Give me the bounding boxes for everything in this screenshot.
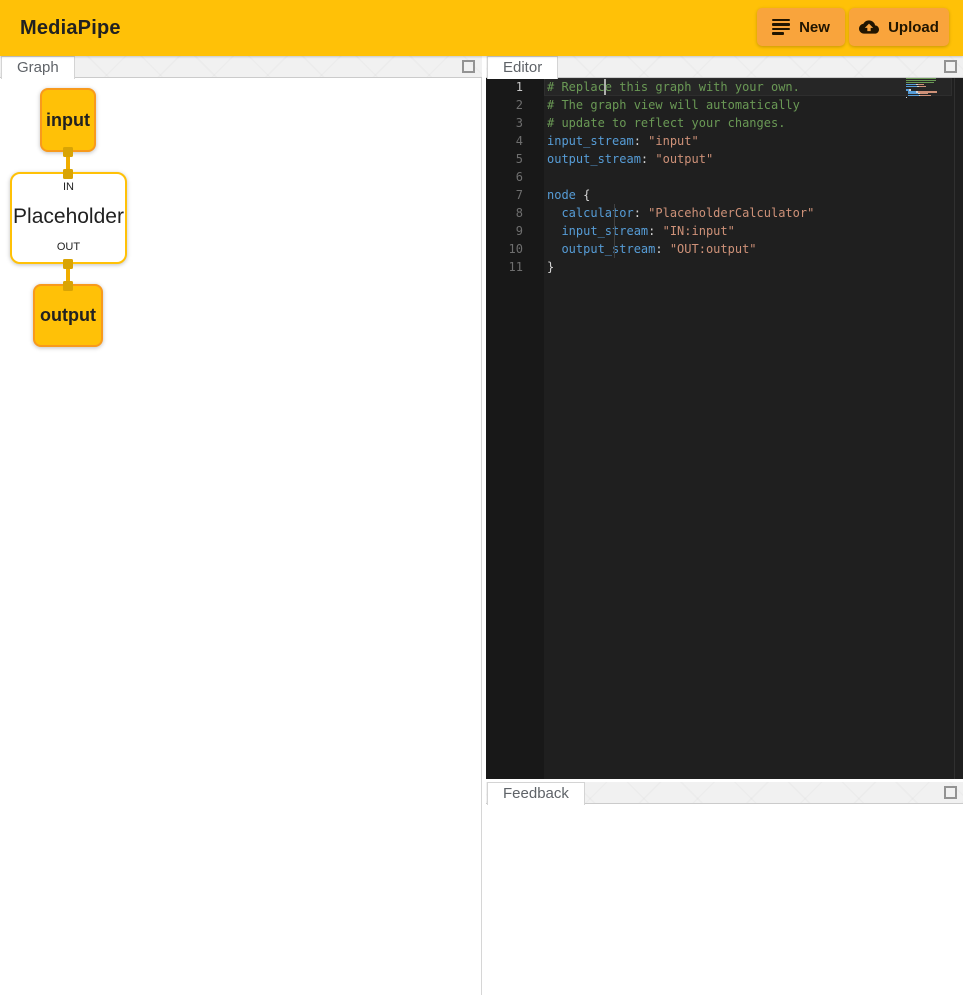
tab-graph[interactable]: Graph [1,56,75,79]
code-line: output_stream: "OUT:output" [544,240,952,258]
tab-graph-label: Graph [17,59,59,76]
line-number: 5 [486,150,544,168]
code-token [547,242,561,256]
feedback-tabstrip: Feedback [486,782,963,804]
code-token: } [547,260,554,274]
port-placeholder-in [63,169,73,179]
code-line [544,168,952,186]
editor-maximize-button[interactable] [944,60,957,73]
code-token: "PlaceholderCalculator" [648,206,814,220]
upload-button-label: Upload [888,19,939,36]
code-line: # update to reflect your changes. [544,114,952,132]
minimap-row [906,97,944,98]
code-token: calculator [561,206,633,220]
code-token: : [634,134,648,148]
line-number: 2 [486,96,544,114]
app-root: MediaPipe New Upload Graph input IN Plac… [0,0,963,995]
cloud-upload-icon [859,17,879,37]
code-token: input_stream [561,224,648,238]
code-token: node [547,188,576,202]
code-line: output_stream: "output" [544,150,952,168]
page-title: MediaPipe [20,17,121,40]
graph-node-placeholder-label: Placeholder [13,205,124,229]
code-line: input_stream: "IN:input" [544,222,952,240]
code-token: : [634,206,648,220]
feedback-maximize-button[interactable] [944,786,957,799]
code-token: "IN:input" [663,224,735,238]
line-number: 1 [486,78,544,96]
code-token [547,206,561,220]
line-number: 11 [486,258,544,276]
code-line: node { [544,186,952,204]
graph-node-output[interactable]: output [33,284,103,347]
line-number: 8 [486,204,544,222]
code-editor[interactable]: 1234567891011 # Replace this graph with … [486,78,963,779]
tab-editor[interactable]: Editor [487,56,558,79]
line-number: 10 [486,240,544,258]
editor-tabstrip: Editor [486,56,963,78]
code-token: input_stream [547,134,634,148]
code-token: # The graph view will automatically [547,98,800,112]
placeholder-out-port-label: OUT [57,241,80,253]
code-token: : [648,224,662,238]
code-line: input_stream: "input" [544,132,952,150]
code-token: : [641,152,655,166]
tab-feedback[interactable]: Feedback [487,782,585,805]
code-line: # The graph view will automatically [544,96,952,114]
code-token: { [576,188,590,202]
graph-tabstrip: Graph [0,56,482,78]
line-number: 9 [486,222,544,240]
graph-node-input[interactable]: input [40,88,96,152]
code-token: output_stream [561,242,655,256]
list-icon [772,19,790,35]
graph-node-input-label: input [46,110,90,131]
line-number: 4 [486,132,544,150]
line-number: 7 [486,186,544,204]
graph-maximize-button[interactable] [462,60,475,73]
scrollbar-track[interactable] [954,78,955,779]
code-token: "input" [648,134,699,148]
graph-node-output-label: output [40,305,96,326]
line-number: 6 [486,168,544,186]
code-token: "output" [655,152,713,166]
code-token: # Replace this graph with your own. [547,80,800,94]
text-cursor [604,79,606,95]
port-placeholder-out [63,259,73,269]
code-token [547,224,561,238]
code-line: } [544,258,952,276]
tab-feedback-label: Feedback [503,785,569,802]
code-lines: # Replace this graph with your own. # The… [544,78,952,779]
feedback-content [486,804,963,995]
graph-node-placeholder[interactable]: IN Placeholder OUT [10,172,127,264]
editor-gutter: 1234567891011 [486,78,544,779]
tab-editor-label: Editor [503,59,542,76]
new-button-label: New [799,19,830,36]
code-token: # update to reflect your changes. [547,116,785,130]
indent-guide [614,204,615,258]
graph-canvas[interactable]: input IN Placeholder OUT output [0,78,482,995]
port-input-out [63,147,73,157]
upload-button[interactable]: Upload [849,8,949,46]
placeholder-in-port-label: IN [63,181,74,193]
minimap[interactable] [906,78,944,198]
code-token: "OUT:output" [670,242,757,256]
line-number: 3 [486,114,544,132]
new-button[interactable]: New [757,8,845,46]
code-token: output_stream [547,152,641,166]
app-header: MediaPipe New Upload [0,0,963,56]
port-output-in [63,281,73,291]
code-token: : [655,242,669,256]
code-line: calculator: "PlaceholderCalculator" [544,204,952,222]
